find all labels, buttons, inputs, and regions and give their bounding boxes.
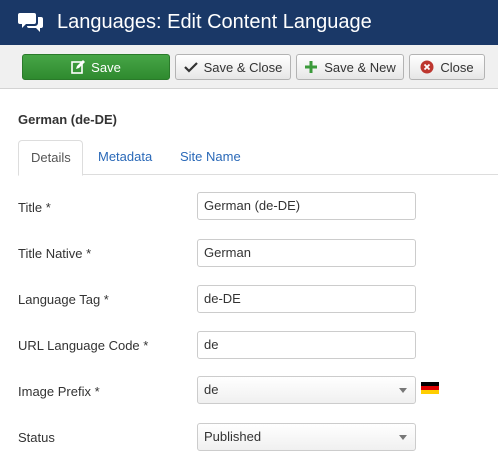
check-icon — [183, 62, 198, 73]
language-heading: German (de-DE) — [18, 112, 117, 127]
chevron-down-icon — [399, 388, 407, 393]
close-label: Close — [440, 59, 474, 75]
edit-icon — [71, 60, 86, 74]
title-label: Title * — [18, 200, 51, 215]
page-header: Languages: Edit Content Language — [0, 0, 498, 45]
language-tag-label: Language Tag * — [18, 292, 109, 307]
toolbar: Save Save & Close Save & New Close — [0, 45, 498, 89]
save-button[interactable]: Save — [22, 54, 170, 80]
status-select[interactable]: Published — [197, 423, 416, 451]
language-tag-input[interactable]: de-DE — [197, 285, 416, 313]
save-close-label: Save & Close — [203, 59, 283, 75]
url-code-input[interactable]: de — [197, 331, 416, 359]
chevron-down-icon — [399, 435, 407, 440]
image-prefix-value: de — [204, 382, 219, 397]
comments-icon — [18, 13, 43, 32]
save-label: Save — [91, 59, 121, 75]
save-new-label: Save & New — [324, 59, 396, 75]
german-flag-icon — [421, 382, 439, 394]
page-title: Languages: Edit Content Language — [57, 11, 372, 33]
title-input[interactable]: German (de-DE) — [197, 192, 416, 220]
image-prefix-label: Image Prefix * — [18, 384, 100, 399]
title-native-input[interactable]: German — [197, 239, 416, 267]
title-native-label: Title Native * — [18, 246, 92, 261]
status-value: Published — [204, 429, 262, 444]
save-new-button[interactable]: Save & New — [296, 54, 404, 80]
tab-details[interactable]: Details — [18, 140, 83, 176]
plus-icon — [305, 61, 318, 73]
image-prefix-select[interactable]: de — [197, 376, 416, 404]
tab-bar: Details Metadata Site Name — [18, 140, 498, 176]
tab-site-name[interactable]: Site Name — [168, 140, 253, 175]
close-button[interactable]: Close — [409, 54, 485, 80]
save-close-button[interactable]: Save & Close — [175, 54, 291, 80]
tab-metadata[interactable]: Metadata — [86, 140, 164, 175]
url-code-label: URL Language Code * — [18, 338, 149, 353]
status-label: Status — [18, 430, 55, 445]
close-icon — [420, 60, 434, 74]
